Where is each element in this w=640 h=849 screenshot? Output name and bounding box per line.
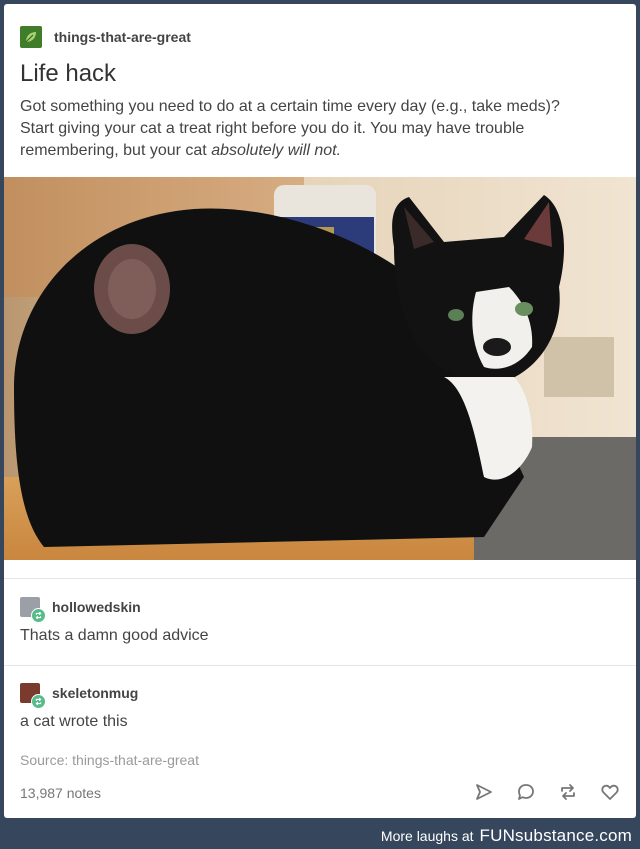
reblog-comment: Thats a damn good advice	[20, 627, 209, 644]
post-body-text: remembering, but your cat	[20, 142, 212, 159]
post-body-line: Start giving your cat a treat right befo…	[20, 120, 525, 137]
blog-name[interactable]: things-that-are-great	[54, 29, 191, 45]
watermark-prefix: More laughs at	[380, 828, 474, 844]
reblog-entry: hollowedskin Thats a damn good advice	[20, 595, 209, 645]
divider	[4, 665, 636, 666]
post-body: Got something you need to do at a certai…	[20, 96, 620, 162]
reblog-badge-icon	[31, 608, 46, 623]
divider	[4, 578, 636, 579]
reblog-badge-icon	[31, 694, 46, 709]
post-header: things-that-are-great	[20, 24, 191, 50]
notes-count[interactable]: 13,987 notes	[20, 785, 101, 801]
post-body-line: Got something you need to do at a certai…	[20, 98, 560, 115]
blog-avatar[interactable]	[20, 26, 42, 48]
post-title: Life hack	[20, 60, 117, 87]
reblog-comment: a cat wrote this	[20, 713, 128, 730]
cat-photo	[4, 177, 636, 560]
avatar[interactable]	[20, 683, 46, 709]
like-icon[interactable]	[600, 782, 620, 802]
share-icon[interactable]	[474, 782, 494, 802]
avatar[interactable]	[20, 597, 46, 623]
watermark-brand: FUNsubstance.com	[479, 826, 632, 845]
reblog-icon[interactable]	[558, 782, 578, 802]
reblogger-name[interactable]: skeletonmug	[52, 685, 138, 701]
post-actions	[474, 782, 620, 802]
post-body-line: remembering, but your cat absolutely wil…	[20, 140, 620, 162]
reblogger-name[interactable]: hollowedskin	[52, 599, 141, 615]
source-link[interactable]: Source: things-that-are-great	[20, 752, 199, 768]
leaf-icon	[25, 32, 36, 43]
tumblr-post: things-that-are-great Life hack Got some…	[4, 4, 636, 818]
reply-icon[interactable]	[516, 782, 536, 802]
reblog-header: hollowedskin	[20, 595, 209, 623]
watermark: More laughs at FUNsubstance.com	[381, 826, 632, 846]
reblog-entry: skeletonmug a cat wrote this	[20, 681, 138, 731]
emphasis-text: absolutely will not.	[211, 142, 342, 159]
reblog-header: skeletonmug	[20, 681, 138, 709]
